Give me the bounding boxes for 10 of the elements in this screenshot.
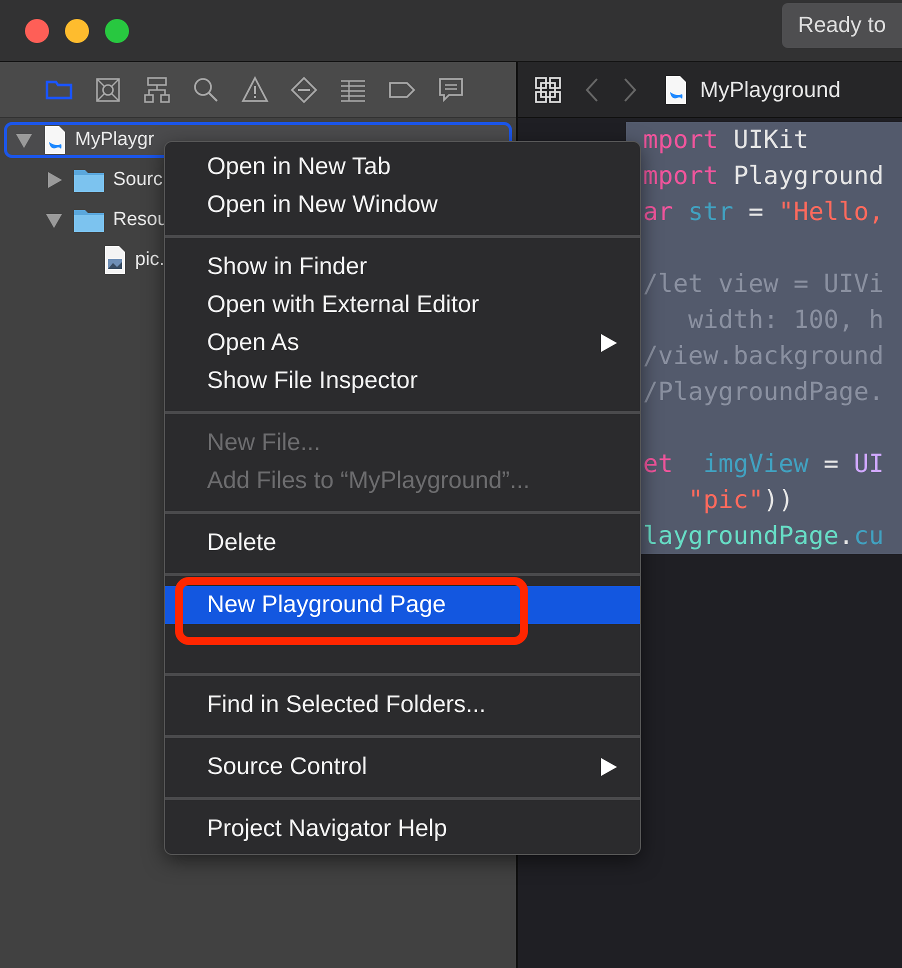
code-line: mport UIKit — [643, 125, 809, 154]
code-line: ar str = "Hello, — [643, 197, 884, 226]
tree-label: MyPlaygr — [75, 129, 154, 151]
tree-label: pic. — [135, 249, 165, 271]
code-line: et imgView = UI — [643, 449, 884, 478]
code-line: mport Playground — [643, 161, 884, 190]
code-line: "pic")) — [687, 485, 794, 514]
activity-status: Ready to — [782, 3, 902, 48]
tree-label: Sourc — [113, 169, 163, 191]
code-line: laygroundPage.cu — [643, 521, 884, 550]
